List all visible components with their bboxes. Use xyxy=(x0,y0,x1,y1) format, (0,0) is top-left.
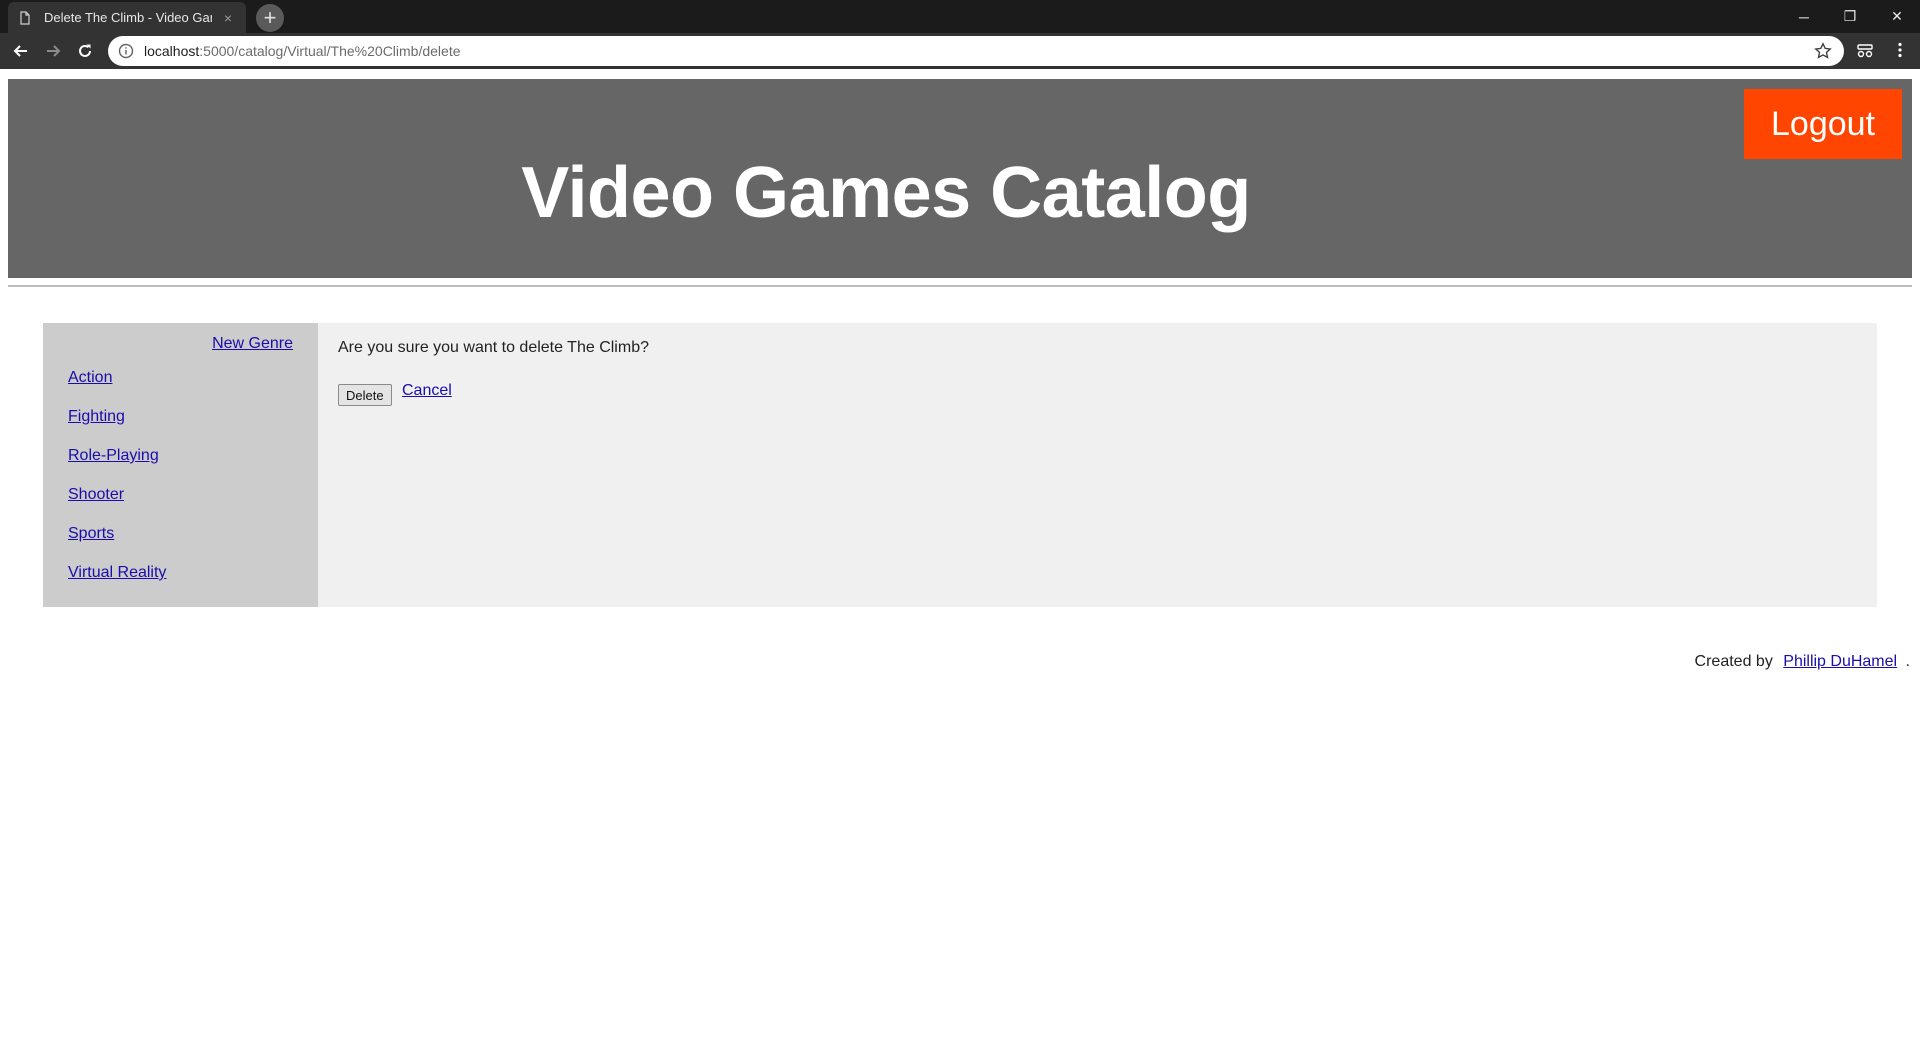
genre-list: Action Fighting Role-Playing Shooter Spo… xyxy=(68,369,166,603)
browser-tab[interactable]: Delete The Climb - Video Games × xyxy=(8,2,246,33)
back-arrow-icon xyxy=(13,45,27,57)
genre-item: Fighting xyxy=(68,408,166,447)
forward-arrow-icon xyxy=(47,45,61,57)
genre-item: Role-Playing xyxy=(68,447,166,486)
genre-item: Shooter xyxy=(68,486,166,525)
reload-icon xyxy=(79,44,91,57)
address-bar[interactable]: localhost:5000/catalog/Virtual/The%20Cli… xyxy=(108,36,1844,66)
genre-link-fighting[interactable]: Fighting xyxy=(68,408,125,425)
genre-link-sports[interactable]: Sports xyxy=(68,525,114,542)
footer-prefix: Created by xyxy=(1694,653,1773,670)
delete-button[interactable]: Delete xyxy=(338,384,392,406)
genre-sidebar: New Genre Action Fighting Role-Playing S… xyxy=(43,323,318,607)
confirm-question: Are you sure you want to delete The Clim… xyxy=(338,339,649,356)
new-genre-link[interactable]: New Genre xyxy=(212,335,293,353)
browser-titlebar: Delete The Climb - Video Games × + ─ ❐ ✕ xyxy=(0,0,1920,33)
site-header: Video Games Catalog Logout xyxy=(8,79,1912,278)
minimize-button[interactable]: ─ xyxy=(1781,0,1827,33)
genre-link-role-playing[interactable]: Role-Playing xyxy=(68,447,159,464)
bookmark-star-icon[interactable] xyxy=(1814,42,1832,60)
cancel-link[interactable]: Cancel xyxy=(402,382,452,400)
genre-item: Virtual Reality xyxy=(68,564,166,603)
site-info-icon[interactable] xyxy=(118,43,134,59)
extension-icon[interactable] xyxy=(1856,41,1874,59)
restore-button[interactable]: ❐ xyxy=(1827,0,1873,33)
tab-title: Delete The Climb - Video Games xyxy=(44,10,212,25)
page-viewport: Video Games Catalog Logout New Genre Act… xyxy=(0,69,1920,1040)
new-tab-button[interactable]: + xyxy=(256,4,284,32)
genre-link-action[interactable]: Action xyxy=(68,369,112,386)
genre-item: Action xyxy=(68,369,166,408)
page-icon xyxy=(20,10,30,25)
genre-link-shooter[interactable]: Shooter xyxy=(68,486,124,503)
genre-item: Sports xyxy=(68,525,166,564)
url-text: localhost:5000/catalog/Virtual/The%20Cli… xyxy=(144,43,461,59)
back-button[interactable] xyxy=(8,38,34,64)
reload-button[interactable] xyxy=(72,38,98,64)
header-divider xyxy=(8,285,1912,287)
author-link[interactable]: Phillip DuHamel xyxy=(1783,653,1897,670)
browser-toolbar: localhost:5000/catalog/Virtual/The%20Cli… xyxy=(0,33,1920,69)
delete-confirm-panel: Are you sure you want to delete The Clim… xyxy=(318,323,1877,607)
logout-button[interactable]: Logout xyxy=(1744,89,1902,159)
site-title: Video Games Catalog xyxy=(521,152,1251,233)
genre-link-virtual-reality[interactable]: Virtual Reality xyxy=(68,564,166,581)
forward-button[interactable] xyxy=(40,38,66,64)
close-window-button[interactable]: ✕ xyxy=(1874,0,1920,33)
menu-kebab-icon[interactable] xyxy=(1891,41,1909,59)
footer-suffix: . xyxy=(1905,653,1910,670)
site-footer: Created by Phillip DuHamel . xyxy=(1695,653,1910,671)
tab-close-icon[interactable]: × xyxy=(220,10,236,26)
